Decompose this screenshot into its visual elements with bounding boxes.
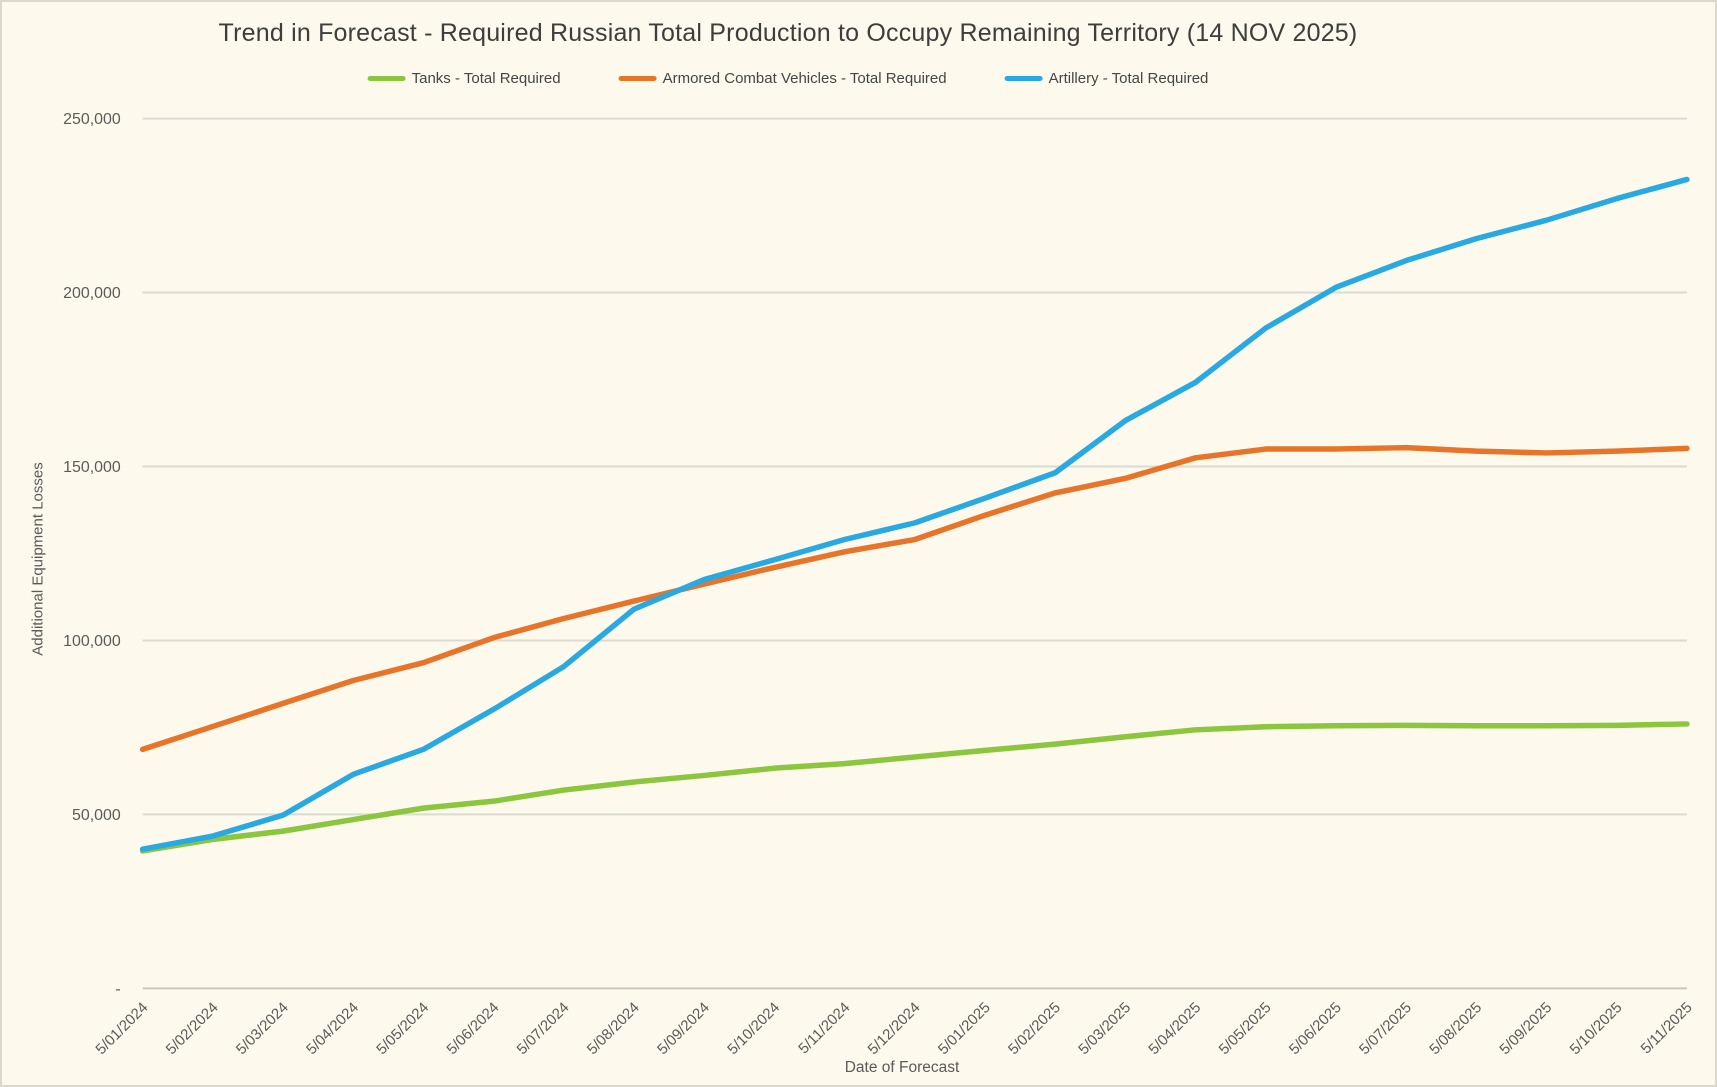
x-tick-label: 5/12/2024 <box>865 999 924 1058</box>
x-tick-label: 5/10/2025 <box>1567 999 1626 1058</box>
x-tick-label: 5/06/2025 <box>1286 999 1345 1058</box>
x-tick-label: 5/03/2024 <box>233 999 292 1058</box>
legend-item-tanks: Tanks - Total Required <box>368 70 561 87</box>
y-axis-title: Additional Equipment Losses <box>30 462 47 655</box>
y-tick-label: 200,000 <box>63 285 121 302</box>
y-tick-label: 250,000 <box>63 111 121 128</box>
x-tick-label: 5/08/2024 <box>584 999 643 1058</box>
x-tick-label: 5/09/2025 <box>1496 999 1555 1058</box>
x-tick-label: 5/04/2025 <box>1145 999 1204 1058</box>
x-tick-label: 5/04/2024 <box>303 999 362 1058</box>
series-line-tanks <box>143 724 1687 851</box>
y-tick-label: - <box>115 981 120 998</box>
x-tick-label: 5/07/2024 <box>514 999 573 1058</box>
chart-canvas: - 50,000 100,000 150,000 200,000 250,000 5/01/… <box>0 0 1717 1087</box>
series-line-artillery <box>143 179 1687 849</box>
line-chart-plot: - 50,000 100,000 150,000 200,000 250,000 5/01/… <box>2 2 1715 1085</box>
x-tick-label: 5/05/2024 <box>373 999 432 1058</box>
x-tick-label: 5/05/2025 <box>1216 999 1275 1058</box>
x-tick-label: 5/11/2024 <box>795 999 853 1057</box>
x-tick-label: 5/03/2025 <box>1075 999 1134 1058</box>
x-tick-label: 5/02/2024 <box>163 999 222 1058</box>
y-tick-label: 100,000 <box>63 633 121 650</box>
x-tick-label: 5/07/2025 <box>1356 999 1415 1058</box>
x-tick-label: 5/08/2025 <box>1426 999 1485 1058</box>
legend-item-armored-combat-vehicles: Armored Combat Vehicles - Total Required <box>619 70 947 87</box>
chart-legend: Tanks - Total Required Armored Combat Ve… <box>368 70 1209 87</box>
x-tick-label: 5/09/2024 <box>654 999 713 1058</box>
legend-item-artillery: Artillery - Total Required <box>1005 70 1209 87</box>
x-tick-label: 5/02/2025 <box>1005 999 1064 1058</box>
x-tick-label: 5/01/2025 <box>935 999 994 1058</box>
series-line-armored <box>143 448 1687 750</box>
legend-label-armored-combat-vehicles: Armored Combat Vehicles - Total Required <box>663 70 947 87</box>
x-tick-label: 5/11/2025 <box>1638 999 1696 1057</box>
tanks-series-swatch-icon <box>368 76 406 81</box>
legend-label-artillery: Artillery - Total Required <box>1049 70 1209 87</box>
x-axis-title: Date of Forecast <box>845 1059 960 1077</box>
x-tick-label: 5/10/2024 <box>724 999 783 1058</box>
chart-title: Trend in Forecast - Required Russian Tot… <box>219 19 1358 48</box>
y-tick-label: 50,000 <box>72 807 121 824</box>
acv-series-swatch-icon <box>619 76 657 81</box>
artillery-series-swatch-icon <box>1005 76 1043 81</box>
x-tick-label: 5/01/2024 <box>92 999 151 1058</box>
x-tick-label: 5/06/2024 <box>443 999 502 1058</box>
legend-label-tanks: Tanks - Total Required <box>412 70 561 87</box>
y-tick-label: 150,000 <box>63 459 121 476</box>
